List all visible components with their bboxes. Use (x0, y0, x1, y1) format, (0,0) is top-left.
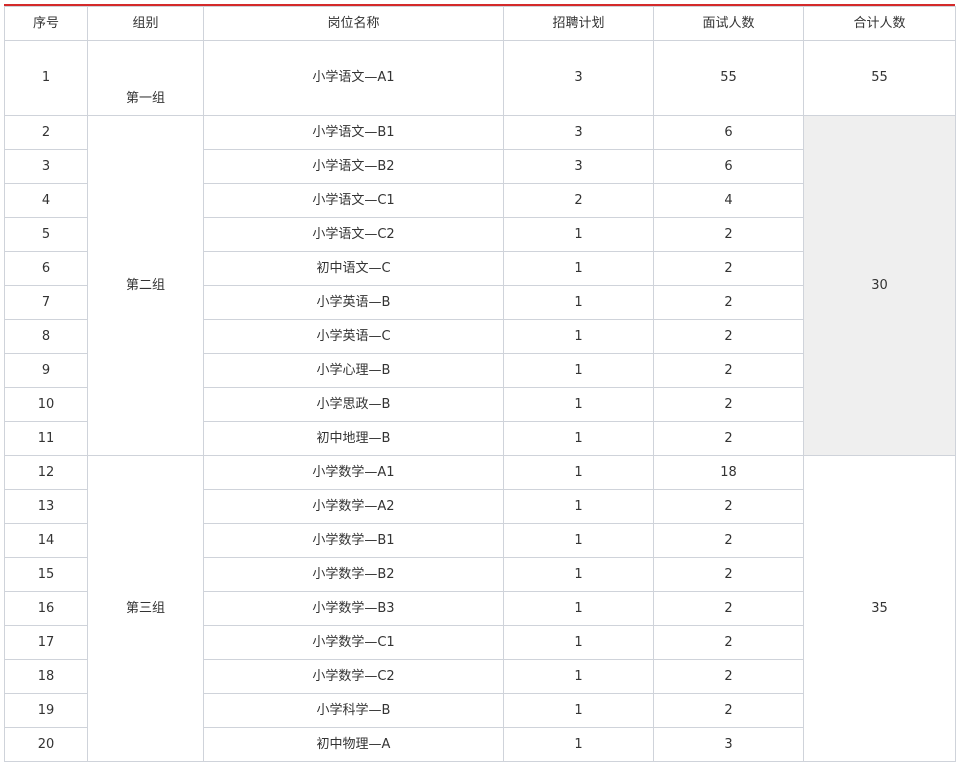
cell-index: 13 (4, 489, 88, 524)
cell-plan: 2 (503, 183, 654, 218)
cell-interviewees: 2 (653, 217, 804, 252)
cell-interviewees: 2 (653, 489, 804, 524)
cell-index: 19 (4, 693, 88, 728)
cell-index: 15 (4, 557, 88, 592)
cell-plan: 1 (503, 217, 654, 252)
cell-interviewees: 3 (653, 727, 804, 762)
cell-interviewees: 2 (653, 251, 804, 286)
header-interviewees: 面试人数 (653, 6, 804, 41)
table-row: 2 第二组 小学语文—B1 3 6 30 (4, 115, 956, 456)
cell-interviewees: 2 (653, 421, 804, 456)
cell-total: 35 (803, 455, 956, 762)
cell-plan: 3 (503, 115, 654, 150)
cell-interviewees: 55 (653, 40, 804, 116)
cell-interviewees: 2 (653, 591, 804, 626)
cell-post: 初中语文—C (203, 251, 504, 286)
cell-plan: 1 (503, 455, 654, 490)
header-plan: 招聘计划 (503, 6, 654, 41)
cell-plan: 1 (503, 557, 654, 592)
cell-interviewees: 6 (653, 115, 804, 150)
cell-interviewees: 2 (653, 353, 804, 388)
cell-plan: 1 (503, 319, 654, 354)
cell-index: 10 (4, 387, 88, 422)
cell-plan: 1 (503, 251, 654, 286)
cell-total: 30 (803, 115, 956, 456)
cell-index: 14 (4, 523, 88, 558)
cell-index: 5 (4, 217, 88, 252)
cell-post: 小学数学—B3 (203, 591, 504, 626)
cell-interviewees: 6 (653, 149, 804, 184)
cell-interviewees: 2 (653, 659, 804, 694)
page: 序号 组别 岗位名称 招聘计划 面试人数 合计人数 1 第一组 小学语文—A1 … (0, 0, 958, 762)
cell-plan: 1 (503, 489, 654, 524)
header-row: 序号 组别 岗位名称 招聘计划 面试人数 合计人数 (4, 6, 956, 41)
interview-table: 序号 组别 岗位名称 招聘计划 面试人数 合计人数 1 第一组 小学语文—A1 … (4, 6, 956, 762)
cell-post: 小学英语—C (203, 319, 504, 354)
cell-index: 17 (4, 625, 88, 660)
cell-post: 小学心理—B (203, 353, 504, 388)
header-index: 序号 (4, 6, 88, 41)
cell-post: 小学语文—C2 (203, 217, 504, 252)
cell-index: 16 (4, 591, 88, 626)
cell-plan: 1 (503, 591, 654, 626)
header-post: 岗位名称 (203, 6, 504, 41)
cell-plan: 3 (503, 149, 654, 184)
cell-group: 第三组 (87, 455, 204, 762)
cell-post: 小学数学—B2 (203, 557, 504, 592)
cell-index: 7 (4, 285, 88, 320)
cell-index: 12 (4, 455, 88, 490)
cell-post: 小学英语—B (203, 285, 504, 320)
cell-post: 小学数学—A2 (203, 489, 504, 524)
cell-interviewees: 2 (653, 557, 804, 592)
cell-index: 9 (4, 353, 88, 388)
cell-plan: 1 (503, 387, 654, 422)
cell-plan: 1 (503, 625, 654, 660)
cell-interviewees: 2 (653, 625, 804, 660)
cell-interviewees: 2 (653, 693, 804, 728)
cell-post: 小学数学—A1 (203, 455, 504, 490)
cell-interviewees: 4 (653, 183, 804, 218)
cell-group: 第一组 (87, 40, 204, 116)
cell-post: 小学思政—B (203, 387, 504, 422)
cell-interviewees: 2 (653, 285, 804, 320)
cell-index: 2 (4, 115, 88, 150)
cell-post: 小学数学—B1 (203, 523, 504, 558)
table-row: 12 第三组 小学数学—A1 1 18 35 (4, 455, 956, 762)
cell-plan: 1 (503, 421, 654, 456)
cell-plan: 1 (503, 659, 654, 694)
cell-plan: 1 (503, 523, 654, 558)
cell-plan: 3 (503, 40, 654, 116)
cell-index: 20 (4, 727, 88, 762)
header-total: 合计人数 (803, 6, 956, 41)
header-group: 组别 (87, 6, 204, 41)
cell-index: 6 (4, 251, 88, 286)
cell-post: 小学语文—B1 (203, 115, 504, 150)
cell-post: 小学科学—B (203, 693, 504, 728)
cell-post: 初中地理—B (203, 421, 504, 456)
cell-plan: 1 (503, 693, 654, 728)
cell-plan: 1 (503, 353, 654, 388)
cell-interviewees: 2 (653, 523, 804, 558)
cell-post: 小学语文—A1 (203, 40, 504, 116)
cell-index: 11 (4, 421, 88, 456)
cell-post: 小学数学—C2 (203, 659, 504, 694)
cell-interviewees: 2 (653, 319, 804, 354)
cell-group: 第二组 (87, 115, 204, 456)
cell-total: 55 (803, 40, 956, 116)
cell-index: 4 (4, 183, 88, 218)
cell-index: 8 (4, 319, 88, 354)
cell-post: 小学语文—C1 (203, 183, 504, 218)
table-row: 1 第一组 小学语文—A1 3 55 55 (4, 40, 956, 116)
cell-index: 3 (4, 149, 88, 184)
cell-post: 初中物理—A (203, 727, 504, 762)
cell-plan: 1 (503, 285, 654, 320)
cell-index: 18 (4, 659, 88, 694)
cell-post: 小学数学—C1 (203, 625, 504, 660)
cell-post: 小学语文—B2 (203, 149, 504, 184)
cell-plan: 1 (503, 727, 654, 762)
cell-interviewees: 18 (653, 455, 804, 490)
cell-interviewees: 2 (653, 387, 804, 422)
cell-index: 1 (4, 40, 88, 116)
